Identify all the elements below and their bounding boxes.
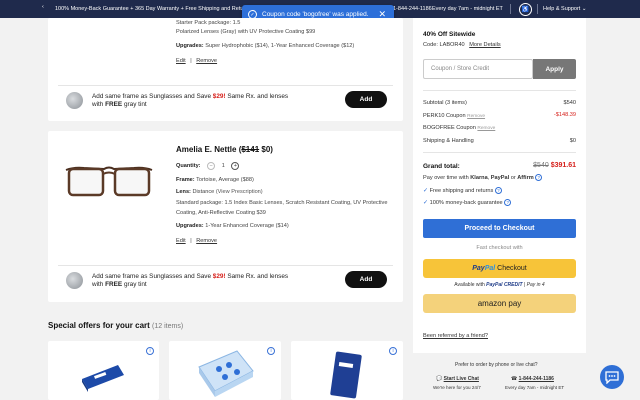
fast-checkout-label: Fast checkout with bbox=[476, 245, 523, 251]
quantity-increase-button[interactable]: + bbox=[231, 162, 240, 170]
toast-message: Coupon code 'bogofree' was applied. bbox=[262, 11, 369, 18]
referral-link[interactable]: Been referred by a friend? bbox=[423, 333, 488, 339]
glasses-image bbox=[65, 166, 153, 197]
chat-bubble-icon bbox=[605, 370, 619, 384]
contact-prompt: Prefer to order by phone or live chat? bbox=[455, 362, 538, 368]
money-back-perk: ✓ 100% money-back guarantee ? bbox=[423, 199, 512, 207]
divider bbox=[537, 4, 538, 14]
quantity-decrease-button[interactable]: − bbox=[207, 162, 216, 170]
item-lens: Polarized Lenses (Gray) with UV Protecti… bbox=[176, 29, 316, 35]
phone-icon: ☎ bbox=[511, 376, 518, 382]
grand-total-value: $540 $391.61 bbox=[533, 162, 576, 169]
sunglass-lens-icon bbox=[66, 92, 83, 109]
grand-total-label: Grand total: bbox=[423, 163, 460, 170]
amazon-pay-button[interactable]: amazon pay bbox=[423, 294, 576, 313]
item-actions: Edit | Remove bbox=[176, 58, 218, 64]
info-icon[interactable]: i bbox=[146, 347, 154, 355]
sunglasses-offer-text: Add same frame as Sunglasses and Save $2… bbox=[92, 93, 289, 108]
lens-row: Lens: Distance (View Prescription) bbox=[176, 189, 263, 195]
divider bbox=[423, 90, 576, 91]
perk-coupon-value: -$148.39 bbox=[553, 112, 576, 118]
pay-over-time: Pay over time with Klarna, PayPal or Aff… bbox=[423, 174, 543, 181]
product-name: Amelia E. Nettle ($141 $0) bbox=[176, 145, 273, 154]
sunglasses-offer-text: Add same frame as Sunglasses and Save $2… bbox=[92, 273, 289, 288]
divider bbox=[510, 4, 511, 14]
check-icon: ✓ bbox=[423, 188, 429, 194]
offer-title: 40% Off Sitewide bbox=[423, 31, 476, 38]
remove-coupon-link[interactable]: Remove bbox=[467, 114, 485, 119]
repair-kit-image bbox=[198, 350, 254, 397]
add-sunglasses-button[interactable]: Add bbox=[345, 271, 387, 288]
frame-row: Frame: Tortoise, Average ($88) bbox=[176, 177, 254, 183]
cleaning-kit-image bbox=[82, 365, 124, 392]
accessibility-icon[interactable]: ♿ bbox=[519, 3, 532, 16]
help-icon[interactable]: ? bbox=[494, 187, 502, 195]
promo-text: 100% Money-Back Guarantee + 365 Day Warr… bbox=[55, 6, 244, 12]
phone-link[interactable]: ☎ 1-844-244-1186 bbox=[511, 376, 554, 382]
special-offers-heading: Special offers for your cart (12 items) bbox=[48, 321, 184, 330]
paypal-checkout-button[interactable]: Pay Pal Checkout bbox=[423, 259, 576, 278]
more-details-link[interactable]: More Details bbox=[469, 42, 500, 48]
check-icon: ✓ bbox=[423, 200, 429, 206]
add-sunglasses-button[interactable]: Add bbox=[345, 91, 387, 108]
paypal-credit-note: Available with PayPal CREDIT | Pay in 4 bbox=[454, 282, 545, 288]
wipes-pack-image bbox=[330, 351, 362, 399]
chevron-left-icon[interactable]: ‹ bbox=[42, 4, 44, 10]
bogo-coupon-label: BOGOFREE Coupon Remove bbox=[423, 125, 496, 131]
free-shipping-perk: ✓ Free shipping and returns ? bbox=[423, 187, 502, 195]
shipping-value: $0 bbox=[569, 138, 576, 144]
topbar-phone[interactable]: 1-844-244-1186 bbox=[393, 6, 432, 12]
quantity-row: Quantity: − 1 + bbox=[176, 162, 240, 170]
item-upgrades: Upgrades: 1-Year Enhanced Coverage ($14) bbox=[176, 223, 289, 229]
remove-link[interactable]: Remove bbox=[196, 238, 217, 244]
edit-link[interactable]: Edit bbox=[176, 238, 186, 244]
package-line: Coating, Anti-Reflective Coating $39 bbox=[176, 210, 266, 216]
remove-link[interactable]: Remove bbox=[196, 58, 217, 64]
sunglasses-offer: Add same frame as Sunglasses and Save $2… bbox=[58, 85, 393, 115]
live-chat-link[interactable]: 💬 Start Live Chat bbox=[436, 376, 479, 382]
sunglasses-offer: Add same frame as Sunglasses and Save $2… bbox=[58, 265, 393, 295]
info-icon[interactable]: i bbox=[389, 347, 397, 355]
phone-sub: Every day 7am - midnight ET bbox=[505, 385, 565, 390]
live-chat-sub: We're here for you 24/7 bbox=[433, 385, 481, 390]
topbar-hours: Every day 7am - midnight ET bbox=[432, 6, 503, 12]
help-icon[interactable]: ? bbox=[504, 199, 512, 207]
item-upgrades: Upgrades: Super Hydrophobic ($14), 1-Yea… bbox=[176, 43, 355, 49]
package-line: Standard package: 1.5 Index Basic Lenses… bbox=[176, 200, 388, 206]
sunglass-lens-icon bbox=[66, 272, 83, 289]
quantity-value: 1 bbox=[221, 163, 225, 169]
coupon-input[interactable]: Coupon / Store Credit bbox=[423, 59, 533, 79]
remove-coupon-link[interactable]: Remove bbox=[477, 126, 495, 131]
divider bbox=[423, 152, 576, 153]
help-support-menu[interactable]: Help & Support ⌄ bbox=[543, 6, 586, 12]
apply-coupon-button[interactable]: Apply bbox=[533, 59, 576, 79]
shipping-label: Shipping & Handling bbox=[423, 138, 474, 144]
chat-icon: 💬 bbox=[436, 376, 443, 382]
chat-fab-button[interactable] bbox=[600, 365, 624, 389]
offer-product-card[interactable]: i bbox=[291, 341, 403, 400]
info-icon[interactable]: i bbox=[267, 347, 275, 355]
offer-product-card[interactable]: i bbox=[48, 341, 159, 400]
coupon-code-label: Code: LABOR40 More Details bbox=[423, 42, 501, 48]
subtotal-value: $540 bbox=[563, 100, 576, 106]
proceed-to-checkout-button[interactable]: Proceed to Checkout bbox=[423, 219, 576, 238]
view-prescription-link[interactable]: (View Prescription) bbox=[216, 189, 263, 195]
offer-product-card[interactable]: i bbox=[169, 341, 281, 400]
help-icon[interactable]: ? bbox=[535, 174, 543, 181]
subtotal-label: Subtotal (3 items) bbox=[423, 100, 467, 106]
edit-link[interactable]: Edit bbox=[176, 58, 186, 64]
order-summary-panel: 40% Off Sitewide Code: LABOR40 More Deta… bbox=[413, 18, 586, 353]
perk-coupon-label: PERK10 Coupon Remove bbox=[423, 113, 486, 119]
item-package: Starter Pack package: 1.5 bbox=[176, 20, 241, 26]
item-actions: Edit | Remove bbox=[176, 238, 218, 244]
